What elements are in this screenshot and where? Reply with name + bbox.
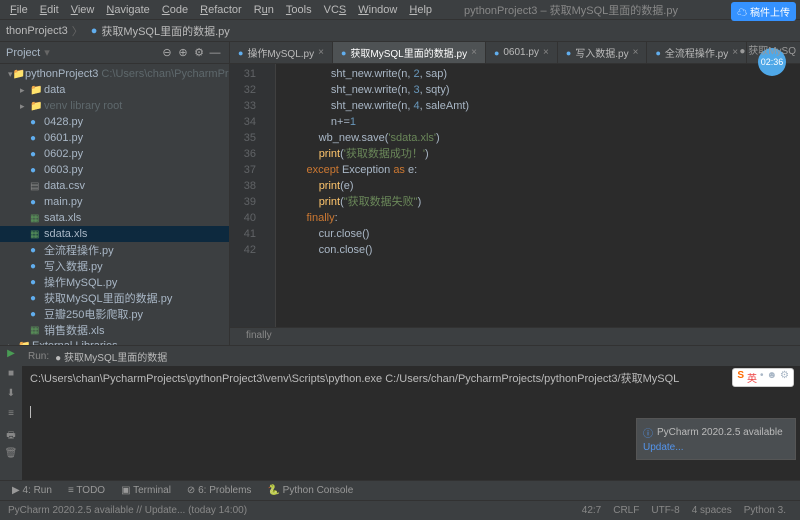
menu-edit[interactable]: Edit [34, 4, 65, 16]
menu-run[interactable]: Run [248, 4, 280, 16]
tree-item[interactable]: ▸📁venv library root [0, 98, 229, 114]
project-tree[interactable]: ▾📁pythonProject3 C:\Users\chan\PycharmPr… [0, 64, 229, 345]
print-icon[interactable]: 🖶 [4, 428, 18, 442]
editor-tab[interactable]: ●0601.py × [486, 42, 558, 64]
scope-crumb[interactable]: finally [230, 327, 800, 345]
tree-item[interactable]: ▦销售数据.xls [0, 322, 229, 338]
rerun-icon[interactable]: ▶ [4, 348, 18, 362]
editor-area: ●操作MySQL.py ×●获取MySQL里面的数据.py ×●0601.py … [230, 42, 800, 345]
editor-tab[interactable]: ●获取MySQL里面的数据.py × [333, 42, 486, 64]
update-notification[interactable]: ⓘPyCharm 2020.2.5 available Update... [636, 418, 796, 460]
tree-item[interactable]: ●0603.py [0, 162, 229, 178]
tree-item[interactable]: ●main.py [0, 194, 229, 210]
menu-vcs[interactable]: VCS [318, 4, 353, 16]
collapse-icon[interactable]: ⊖ [159, 46, 175, 59]
hide-icon[interactable]: — [207, 47, 223, 59]
upload-button[interactable]: ☁ 稿件上传 [731, 2, 796, 21]
tree-item[interactable]: ●获取MySQL里面的数据.py [0, 290, 229, 306]
expand-icon[interactable]: ⊕ [175, 46, 191, 59]
project-sidebar: Project ▾ ⊖ ⊕ ⚙ — ▾📁pythonProject3 C:\Us… [0, 42, 230, 345]
caret-pos[interactable]: 42:7 [576, 505, 607, 516]
menu-file[interactable]: File [4, 4, 34, 16]
line-ending[interactable]: CRLF [607, 505, 645, 516]
project-label[interactable]: Project [6, 47, 40, 59]
editor-tab[interactable]: ●写入数据.py × [558, 42, 648, 64]
overflow-tab[interactable]: ● 获取MySQ [739, 42, 796, 57]
run-toolbar: ▶ ■ ⬇ ≡ 🖶 🗑 [0, 346, 22, 480]
menu-code[interactable]: Code [156, 4, 194, 16]
ime-bar[interactable]: S英•☻⚙ [732, 368, 794, 387]
tree-item[interactable]: ●0602.py [0, 146, 229, 162]
tab-pyconsole[interactable]: 🐍 Python Console [259, 485, 361, 496]
editor-tab[interactable]: ●操作MySQL.py × [230, 42, 333, 64]
fold-gutter [262, 64, 276, 327]
trash-icon[interactable]: 🗑 [4, 448, 18, 462]
menu-help[interactable]: Help [403, 4, 438, 16]
window-title: pythonProject3 – 获取MySQL里面的数据.py [458, 2, 684, 18]
status-message[interactable]: PyCharm 2020.2.5 available // Update... … [8, 505, 247, 516]
breadcrumb-bar: thonProject3 〉 ● 获取MySQL里面的数据.py [0, 20, 800, 42]
tree-item[interactable]: ▸📁data [0, 82, 229, 98]
tree-item[interactable]: ●豆瓣250电影爬取.py [0, 306, 229, 322]
editor-tab[interactable]: ●全流程操作.py × [647, 42, 747, 64]
editor-tabs: ●操作MySQL.py ×●获取MySQL里面的数据.py ×●0601.py … [230, 42, 800, 64]
tree-item[interactable]: ●操作MySQL.py [0, 274, 229, 290]
indent[interactable]: 4 spaces [686, 505, 738, 516]
run-tab[interactable]: ● 获取MySQL里面的数据 [49, 349, 173, 364]
tree-item[interactable]: ▾📁pythonProject3 C:\Users\chan\PycharmPr… [0, 66, 229, 82]
tree-item[interactable]: ▤data.csv [0, 178, 229, 194]
bottom-toolbar: ▶ 4: Run ≡ TODO ▣ Terminal ⊘ 6: Problems… [0, 480, 800, 500]
menu-refactor[interactable]: Refactor [194, 4, 248, 16]
encoding[interactable]: UTF-8 [645, 505, 685, 516]
menu-tools[interactable]: Tools [280, 4, 318, 16]
text-cursor [30, 406, 31, 418]
tree-item[interactable]: ●全流程操作.py [0, 242, 229, 258]
down-icon[interactable]: ⬇ [4, 388, 18, 402]
code-editor[interactable]: sht_new.write(n, 2, sap) sht_new.write(n… [276, 64, 800, 327]
gear-icon[interactable]: ⚙ [191, 46, 207, 59]
stop-icon[interactable]: ■ [4, 368, 18, 382]
python-icon: ● [91, 25, 98, 37]
breadcrumb-project[interactable]: thonProject3 [6, 25, 68, 37]
line-gutter: 313233343536373839404142 [230, 64, 262, 327]
tree-item[interactable]: ▦sata.xls [0, 210, 229, 226]
tree-item[interactable]: ●写入数据.py [0, 258, 229, 274]
menu-view[interactable]: View [65, 4, 101, 16]
menu-window[interactable]: Window [352, 4, 403, 16]
tree-item[interactable]: ●0428.py [0, 114, 229, 130]
interpreter[interactable]: Python 3. [738, 505, 792, 516]
tree-item[interactable]: ▸📁External Libraries [0, 338, 229, 345]
run-label: Run: [28, 351, 49, 362]
update-link[interactable]: Update... [643, 442, 789, 453]
tab-run[interactable]: ▶ 4: Run [4, 485, 60, 496]
tab-todo[interactable]: ≡ TODO [60, 485, 113, 496]
breadcrumb-file[interactable]: 获取MySQL里面的数据.py [101, 23, 229, 39]
layout-icon[interactable]: ≡ [4, 408, 18, 422]
menu-navigate[interactable]: Navigate [100, 4, 155, 16]
tree-item[interactable]: ▦sdata.xls [0, 226, 229, 242]
tab-problems[interactable]: ⊘ 6: Problems [179, 485, 260, 496]
tab-terminal[interactable]: ▣ Terminal [113, 485, 179, 496]
tree-item[interactable]: ●0601.py [0, 130, 229, 146]
menu-bar: File Edit View Navigate Code Refactor Ru… [0, 0, 800, 20]
status-bar: PyCharm 2020.2.5 available // Update... … [0, 500, 800, 520]
